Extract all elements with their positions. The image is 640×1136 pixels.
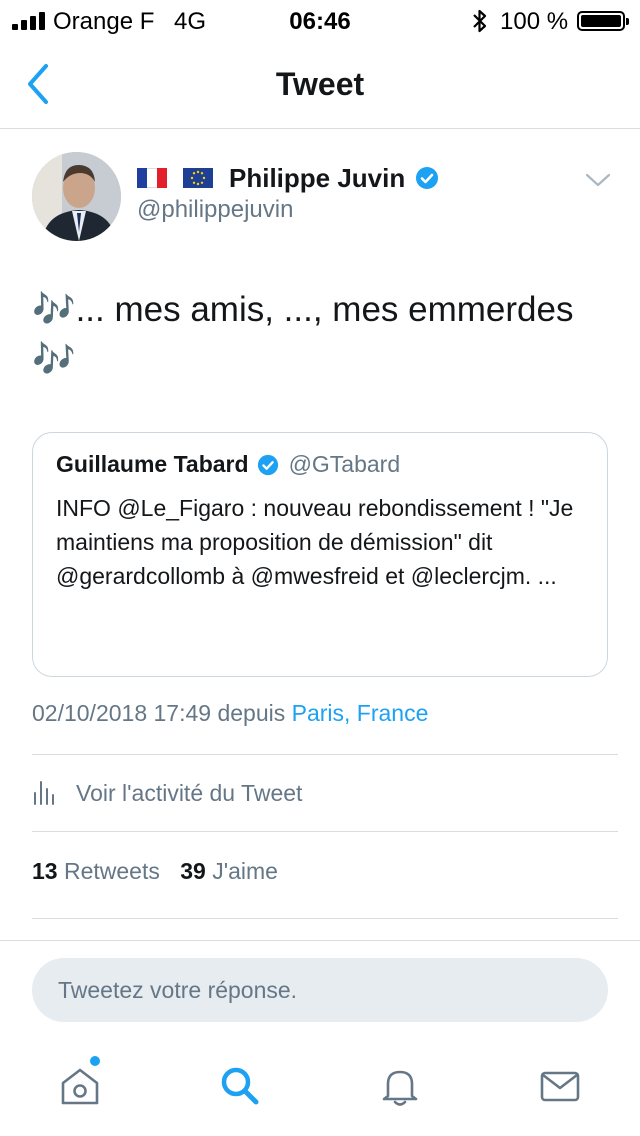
divider <box>32 831 618 832</box>
divider <box>0 940 640 941</box>
tweet-activity-label: Voir l'activité du Tweet <box>76 779 303 806</box>
likes-label: J'aime <box>212 858 278 884</box>
tab-search[interactable] <box>218 1064 262 1108</box>
tweet-stats: 13 Retweets 39 J'aime <box>32 858 292 885</box>
tweet-meta: 02/10/2018 17:49 depuis Paris, France <box>32 700 428 727</box>
reply-input[interactable] <box>32 958 608 1022</box>
quoted-author-handle: @GTabard <box>288 451 401 477</box>
status-bar: Orange F 4G 06:46 100 % <box>0 0 640 42</box>
likes-count: 39 <box>180 858 206 884</box>
retweets-label: Retweets <box>63 858 160 884</box>
bar-chart-icon <box>34 781 54 805</box>
bell-icon <box>382 1070 418 1106</box>
retweets-count: 13 <box>32 858 58 884</box>
author-handle[interactable]: @philippejuvin <box>137 196 293 224</box>
nav-bar: Tweet <box>0 42 640 129</box>
divider <box>32 754 618 755</box>
verified-badge-icon <box>416 167 439 189</box>
search-icon <box>221 1067 259 1105</box>
france-flag-icon <box>137 168 167 188</box>
tab-messages[interactable] <box>538 1064 582 1108</box>
tweet-location-link[interactable]: Paris, France <box>292 700 429 726</box>
battery-icon <box>577 11 629 31</box>
author-line: Philippe Juvin <box>137 160 439 196</box>
verified-badge-icon <box>257 454 278 475</box>
bluetooth-icon <box>473 9 487 33</box>
envelope-icon <box>540 1071 580 1102</box>
quoted-author-name: Guillaume Tabard <box>56 451 249 477</box>
quoted-tweet-text: INFO @Le_Figaro : nouveau rebondissement… <box>56 495 574 589</box>
quoted-tweet-header: Guillaume Tabard @GTabard <box>56 451 400 478</box>
tab-home[interactable] <box>58 1056 102 1108</box>
home-icon <box>61 1068 99 1105</box>
chevron-down-icon <box>585 173 611 187</box>
tab-bar <box>0 1040 640 1136</box>
author-avatar[interactable] <box>32 152 121 241</box>
author-name[interactable]: Philippe Juvin <box>229 163 405 194</box>
page-title: Tweet <box>275 66 365 102</box>
notification-dot <box>90 1056 100 1066</box>
tab-notifications[interactable] <box>378 1064 422 1108</box>
tweet-text: 🎶... mes amis, ..., mes emmerdes 🎶 <box>32 290 574 379</box>
divider <box>32 918 618 919</box>
quoted-tweet-card[interactable]: Guillaume Tabard @GTabard INFO @Le_Figar… <box>32 432 608 677</box>
battery-percent: 100 % <box>500 8 569 35</box>
tweet-options-button[interactable] <box>584 170 612 190</box>
retweets-stat[interactable]: 13 Retweets <box>32 858 174 884</box>
likes-stat[interactable]: 39 J'aime <box>180 858 292 884</box>
tweet-activity-button[interactable]: Voir l'activité du Tweet <box>32 765 618 821</box>
tweet-timestamp: 02/10/2018 17:49 depuis <box>32 700 286 726</box>
eu-flag-icon <box>183 168 213 188</box>
avatar-image <box>32 152 121 241</box>
